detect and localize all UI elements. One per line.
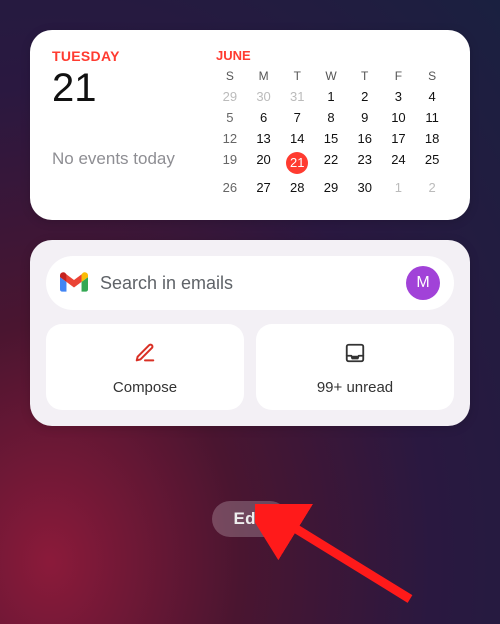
calendar-day-cell[interactable]: 2	[416, 180, 448, 195]
calendar-dow: T	[349, 69, 381, 83]
calendar-grid: SMTWTFS293031123456789101112131415161718…	[214, 69, 448, 195]
calendar-day-cell[interactable]: 12	[214, 131, 246, 146]
calendar-day-cell[interactable]: 3	[383, 89, 415, 104]
calendar-widget[interactable]: TUESDAY 21 No events today JUNE SMTWTFS2…	[30, 30, 470, 220]
calendar-day-cell[interactable]: 8	[315, 110, 347, 125]
avatar-initial: M	[416, 274, 429, 292]
calendar-day-cell[interactable]: 25	[416, 152, 448, 174]
calendar-day-cell[interactable]: 7	[281, 110, 313, 125]
avatar[interactable]: M	[406, 266, 440, 300]
calendar-day-cell[interactable]: 29	[214, 89, 246, 104]
calendar-dow: S	[416, 69, 448, 83]
calendar-day-cell[interactable]: 11	[416, 110, 448, 125]
calendar-day-cell[interactable]: 27	[248, 180, 280, 195]
gmail-search-placeholder: Search in emails	[100, 273, 406, 294]
calendar-day-cell[interactable]: 21	[286, 152, 308, 174]
calendar-day-cell[interactable]: 13	[248, 131, 280, 146]
calendar-day-cell[interactable]: 26	[214, 180, 246, 195]
calendar-dow: T	[281, 69, 313, 83]
calendar-day-cell[interactable]: 6	[248, 110, 280, 125]
gmail-search-bar[interactable]: Search in emails M	[46, 256, 454, 310]
calendar-day-cell[interactable]: 23	[349, 152, 381, 174]
compose-tile[interactable]: Compose	[46, 324, 244, 410]
calendar-day-cell[interactable]: 2	[349, 89, 381, 104]
calendar-day-cell[interactable]: 30	[248, 89, 280, 104]
calendar-day-cell[interactable]: 20	[248, 152, 280, 174]
calendar-day-cell[interactable]: 22	[315, 152, 347, 174]
edit-button[interactable]: Edit	[212, 501, 289, 537]
calendar-day-name: TUESDAY	[52, 48, 214, 64]
calendar-day-cell[interactable]: 9	[349, 110, 381, 125]
calendar-dow: F	[383, 69, 415, 83]
calendar-day-cell[interactable]: 4	[416, 89, 448, 104]
calendar-day-cell[interactable]: 31	[281, 89, 313, 104]
calendar-day-cell[interactable]: 28	[281, 180, 313, 195]
calendar-day-cell[interactable]: 15	[315, 131, 347, 146]
calendar-month: JUNE	[214, 48, 448, 63]
calendar-events-text: No events today	[52, 149, 214, 169]
calendar-day-cell[interactable]: 29	[315, 180, 347, 195]
calendar-dow: S	[214, 69, 246, 83]
calendar-day-cell[interactable]: 1	[315, 89, 347, 104]
inbox-icon	[344, 342, 366, 369]
calendar-day-cell[interactable]: 24	[383, 152, 415, 174]
edit-label: Edit	[234, 509, 267, 528]
inbox-tile[interactable]: 99+ unread	[256, 324, 454, 410]
calendar-day-cell[interactable]: 17	[383, 131, 415, 146]
calendar-day-cell[interactable]: 5	[214, 110, 246, 125]
calendar-day-cell[interactable]: 30	[349, 180, 381, 195]
calendar-day-cell[interactable]: 16	[349, 131, 381, 146]
calendar-dow: W	[315, 69, 347, 83]
gmail-icon	[60, 272, 88, 294]
gmail-widget: Search in emails M Compose 99+ unread	[30, 240, 470, 426]
calendar-day-cell[interactable]: 1	[383, 180, 415, 195]
inbox-label: 99+ unread	[317, 379, 393, 396]
pencil-icon	[134, 342, 156, 369]
calendar-day-cell[interactable]: 19	[214, 152, 246, 174]
calendar-day-number: 21	[52, 66, 214, 111]
calendar-dow: M	[248, 69, 280, 83]
calendar-day-cell[interactable]: 14	[281, 131, 313, 146]
compose-label: Compose	[113, 379, 177, 396]
calendar-day-cell[interactable]: 10	[383, 110, 415, 125]
calendar-day-cell[interactable]: 18	[416, 131, 448, 146]
